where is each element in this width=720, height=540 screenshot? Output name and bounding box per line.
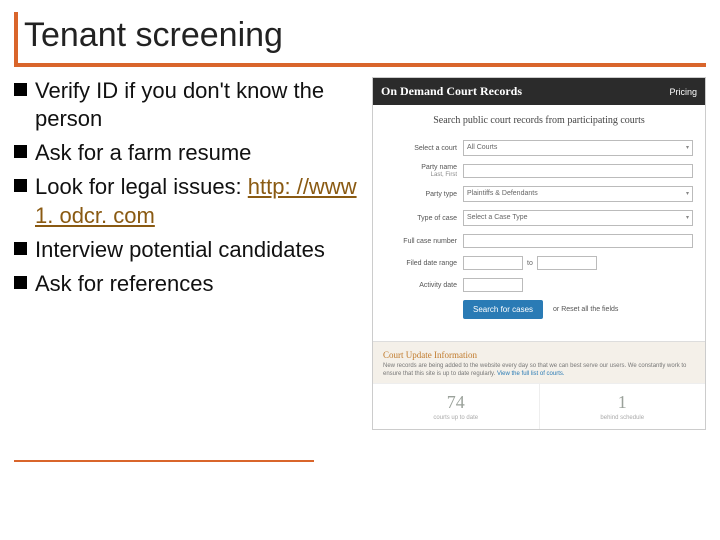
- ss-subtitle: Search public court records from partici…: [373, 105, 705, 140]
- filed-to-input[interactable]: [537, 256, 597, 270]
- row-type-case: Type of case Select a Case Type ▾: [385, 210, 693, 226]
- title-accent: Tenant screening: [14, 12, 706, 63]
- type-case-value: Select a Case Type: [467, 211, 528, 225]
- row-party-type: Party type Plaintiffs & Defendants ▾: [385, 186, 693, 202]
- stat-number: 74: [377, 392, 535, 413]
- bullet-text-pre: Look for legal issues:: [35, 174, 248, 199]
- square-bullet-icon: [14, 83, 27, 96]
- court-records-screenshot: On Demand Court Records Pricing Search p…: [372, 77, 706, 430]
- title-underline: [14, 63, 706, 67]
- slide-title: Tenant screening: [24, 12, 706, 63]
- label-select-court: Select a court: [385, 145, 463, 152]
- stat-label: behind schedule: [544, 415, 702, 421]
- bottom-accent-rule: [14, 460, 314, 462]
- bullet-text: Verify ID if you don't know the person: [35, 77, 366, 133]
- list-item: Look for legal issues: http: //www 1. od…: [14, 173, 366, 229]
- select-court-value: All Courts: [467, 141, 497, 155]
- bullet-text: Ask for references: [35, 270, 366, 298]
- square-bullet-icon: [14, 242, 27, 255]
- form-actions: Search for cases or Reset all the fields: [385, 300, 693, 319]
- hint-party-name: Last, First: [431, 172, 457, 178]
- stat-label: courts up to date: [377, 415, 535, 421]
- info-link[interactable]: View the full list of courts.: [497, 371, 565, 377]
- chevron-down-icon: ▾: [686, 187, 689, 201]
- activity-group: [463, 278, 523, 292]
- bullet-text: Ask for a farm resume: [35, 139, 366, 167]
- ss-header: On Demand Court Records Pricing: [373, 78, 705, 105]
- list-item: Ask for references: [14, 270, 366, 298]
- select-court-dropdown[interactable]: All Courts ▾: [463, 140, 693, 156]
- square-bullet-icon: [14, 145, 27, 158]
- slide: Tenant screening Verify ID if you don't …: [0, 12, 720, 540]
- row-filed-range: Filed date range to: [385, 256, 693, 270]
- full-case-input[interactable]: [463, 234, 693, 248]
- activity-date-input[interactable]: [463, 278, 523, 292]
- label-type-case: Type of case: [385, 215, 463, 222]
- square-bullet-icon: [14, 276, 27, 289]
- square-bullet-icon: [14, 179, 27, 192]
- filed-from-input[interactable]: [463, 256, 523, 270]
- bullet-list: Verify ID if you don't know the person A…: [14, 77, 366, 430]
- list-item: Interview potential candidates: [14, 236, 366, 264]
- stat-uptodate: 74 courts up to date: [373, 383, 539, 429]
- stat-behind: 1 behind schedule: [539, 383, 706, 429]
- list-item: Ask for a farm resume: [14, 139, 366, 167]
- ss-logo: On Demand Court Records: [381, 84, 522, 99]
- label-full-case: Full case number: [385, 238, 463, 245]
- info-heading: Court Update Information: [383, 350, 695, 360]
- chevron-down-icon: ▾: [686, 211, 689, 225]
- bullet-text: Look for legal issues: http: //www 1. od…: [35, 173, 366, 229]
- reset-link[interactable]: or Reset all the fields: [553, 306, 618, 313]
- party-name-input[interactable]: [463, 164, 693, 178]
- label-party-name: Party nameLast, First: [385, 164, 463, 178]
- filed-range-group: to: [463, 256, 597, 270]
- party-type-value: Plaintiffs & Defendants: [467, 187, 538, 201]
- label-party-type: Party type: [385, 191, 463, 198]
- row-party-name: Party nameLast, First: [385, 164, 693, 178]
- pricing-link[interactable]: Pricing: [669, 87, 697, 97]
- label-activity: Activity date: [385, 282, 463, 289]
- stat-number: 1: [544, 392, 702, 413]
- row-activity: Activity date: [385, 278, 693, 292]
- type-case-dropdown[interactable]: Select a Case Type ▾: [463, 210, 693, 226]
- slide-body: Verify ID if you don't know the person A…: [14, 77, 706, 430]
- label-filed-range: Filed date range: [385, 260, 463, 267]
- court-update-info: Court Update Information New records are…: [373, 341, 705, 383]
- chevron-down-icon: ▾: [686, 141, 689, 155]
- title-block: Tenant screening: [14, 12, 706, 67]
- stats-row: 74 courts up to date 1 behind schedule: [373, 383, 705, 429]
- list-item: Verify ID if you don't know the person: [14, 77, 366, 133]
- search-button[interactable]: Search for cases: [463, 300, 543, 319]
- range-to: to: [527, 260, 533, 267]
- row-full-case: Full case number: [385, 234, 693, 248]
- info-text: New records are being added to the websi…: [383, 363, 695, 379]
- bullet-text: Interview potential candidates: [35, 236, 366, 264]
- party-type-dropdown[interactable]: Plaintiffs & Defendants ▾: [463, 186, 693, 202]
- row-select-court: Select a court All Courts ▾: [385, 140, 693, 156]
- search-form: Select a court All Courts ▾ Party nameLas…: [373, 140, 705, 329]
